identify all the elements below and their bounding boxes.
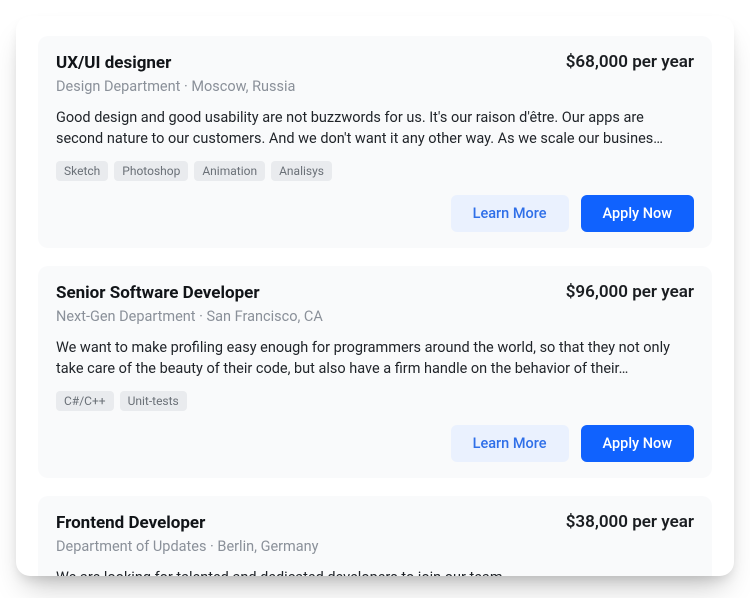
job-location: San Francisco, CA [207,308,323,325]
separator-dot: · [196,308,207,325]
job-card: Senior Software Developer $96,000 per yea… [38,266,712,478]
job-tag: Unit-tests [120,391,187,411]
job-subtitle: Next-Gen Department · San Francisco, CA [56,308,694,325]
job-tag: Analisys [271,161,332,181]
job-salary: $68,000 per year [566,52,694,72]
job-salary: $96,000 per year [566,282,694,302]
job-actions: Learn More Apply Now [56,195,694,232]
job-location: Berlin, Germany [217,538,318,555]
job-salary: $38,000 per year [566,512,694,532]
job-tag: Photoshop [114,161,188,181]
job-subtitle: Design Department · Moscow, Russia [56,78,694,95]
job-department: Next-Gen Department [56,308,196,325]
job-description: Good design and good usability are not b… [56,107,694,149]
job-location: Moscow, Russia [191,78,295,95]
job-card-header: UX/UI designer $68,000 per year [56,52,694,74]
jobs-panel: UX/UI designer $68,000 per year Design Dep… [16,16,734,576]
learn-more-button[interactable]: Learn More [451,425,569,462]
job-card: UX/UI designer $68,000 per year Design Dep… [38,36,712,248]
apply-now-button[interactable]: Apply Now [581,425,694,462]
job-department: Department of Updates [56,538,206,555]
job-tags: C#/C++ Unit-tests [56,391,694,411]
job-title: Frontend Developer [56,512,205,534]
job-card-header: Senior Software Developer $96,000 per yea… [56,282,694,304]
job-actions: Learn More Apply Now [56,425,694,462]
separator-dot: · [206,538,217,555]
job-tag: Animation [194,161,265,181]
job-department: Design Department [56,78,180,95]
job-title: UX/UI designer [56,52,171,74]
job-description: We are looking for talented and dedicate… [56,567,694,576]
learn-more-button[interactable]: Learn More [451,195,569,232]
job-title: Senior Software Developer [56,282,260,304]
job-card: Frontend Developer $38,000 per year Depart… [38,496,712,576]
job-tags: Sketch Photoshop Animation Analisys [56,161,694,181]
job-tag: C#/C++ [56,391,114,411]
separator-dot: · [180,78,191,95]
job-description: We want to make profiling easy enough fo… [56,337,694,379]
job-tag: Sketch [56,161,108,181]
job-card-header: Frontend Developer $38,000 per year [56,512,694,534]
job-subtitle: Department of Updates · Berlin, Germany [56,538,694,555]
apply-now-button[interactable]: Apply Now [581,195,694,232]
